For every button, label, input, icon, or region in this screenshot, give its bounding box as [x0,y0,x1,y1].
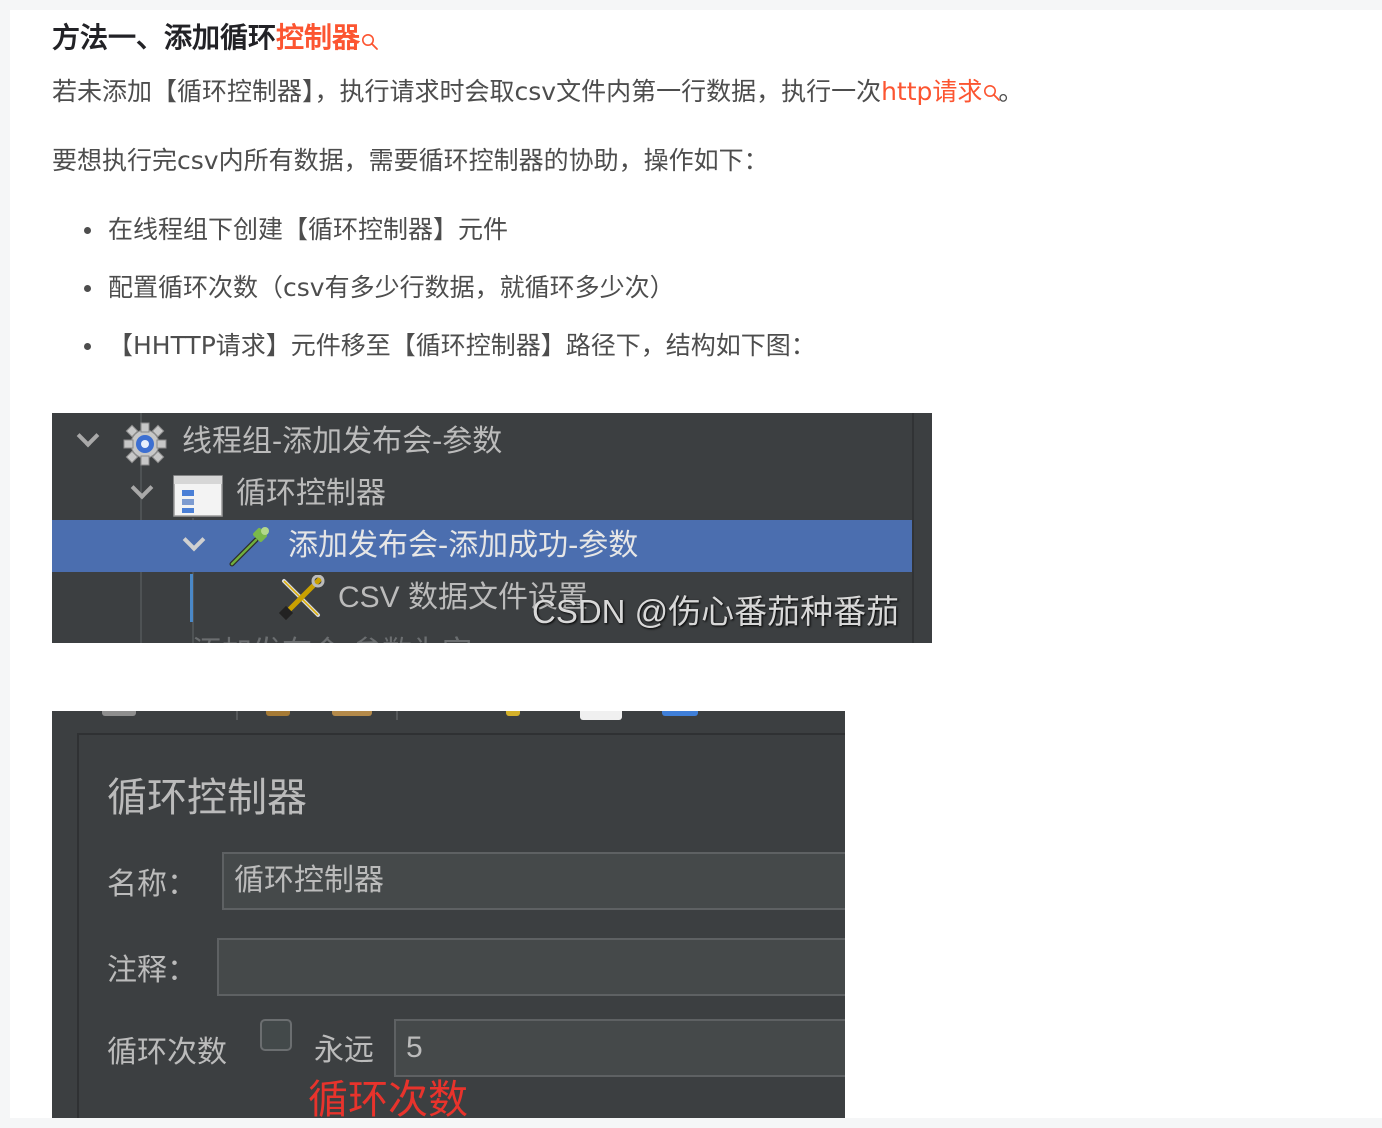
panel-title: 循环控制器 [107,775,307,821]
paragraph-intro-text: 若未添加【循环控制器】，执行请求时会取csv文件内第一行数据，执行一次 [52,77,882,106]
list-item: 【HHTTP请求】元件移至【循环控制器】路径下，结构如下图： [84,328,816,386]
comment-field[interactable] [217,938,845,996]
tree-focus-line [190,574,193,622]
tree-row-label: 循环控制器 [236,476,386,511]
loop-count-label: 循环次数 [107,1035,227,1070]
keyword-search-icon[interactable] [361,22,378,50]
name-field[interactable]: 循环控制器 [222,852,845,910]
http-sampler-pipette-icon [226,524,272,574]
loop-controller-icon [172,473,224,523]
panel-border [77,733,845,735]
chevron-down-icon[interactable] [76,424,100,448]
toolbar-icon [506,711,520,716]
toolbar-separator [236,711,238,720]
keyword-search-icon[interactable] [983,76,1001,101]
tree-row-thread-group[interactable]: 线程组-添加发布会-参数 [52,416,914,468]
csv-config-tools-icon [278,574,326,625]
thread-group-gear-icon [122,421,168,471]
panel-border [77,733,79,1118]
forever-label: 永远 [314,1033,374,1068]
paragraph-intro-end: 。 [998,77,1024,106]
toolbar-strip [52,711,845,721]
loop-count-annotation: 循环次数 [308,1078,468,1118]
toolbar-icon [662,711,698,716]
toolbar-icon [102,711,136,716]
steps-list: 在线程组下创建【循环控制器】元件 配置循环次数（csv有多少行数据，就循环多少次… [84,212,816,386]
name-label: 名称： [107,867,197,902]
bullet-dot [84,343,91,350]
section-heading: 方法一、添加循环控制器 [52,18,378,58]
loop-controller-screenshot: 循环控制器 名称： 循环控制器 注释： 循环次数 永远 5 循环次数 [52,711,845,1118]
list-item: 在线程组下创建【循环控制器】元件 [84,212,816,270]
article-page: 方法一、添加循环控制器 若未添加【循环控制器】，执行请求时会取csv文件内第一行… [10,10,1382,1118]
toolbar-icon [332,711,372,716]
bullet-dot [84,227,91,234]
tree-row-partial: 添加发布会-参数为空 [192,627,472,643]
paragraph-steps-intro: 要想执行完csv内所有数据，需要循环控制器的协助，操作如下： [52,146,769,175]
tree-row-label: 线程组-添加发布会-参数 [182,424,503,459]
list-item-text: 配置循环次数（csv有多少行数据，就循环多少次） [108,273,675,302]
comment-label: 注释： [107,953,197,988]
toolbar-icon [580,711,622,720]
csdn-watermark: CSDN @伤心番茄种番茄 [532,593,900,630]
chevron-down-icon[interactable] [182,528,206,552]
list-item-text: 【HHTTP请求】元件移至【循环控制器】路径下，结构如下图： [108,331,816,360]
bullet-dot [84,285,91,292]
chevron-down-icon[interactable] [130,476,154,500]
paragraph-intro: 若未添加【循环控制器】，执行请求时会取csv文件内第一行数据，执行一次http请… [52,74,1023,110]
tree-row-loop-controller[interactable]: 循环控制器 [52,468,914,520]
forever-checkbox[interactable] [260,1019,292,1051]
heading-keyword-link[interactable]: 控制器 [276,21,360,54]
tree-row-http-request[interactable]: 添加发布会-添加成功-参数 [52,520,914,572]
list-item: 配置循环次数（csv有多少行数据，就循环多少次） [84,270,816,328]
jmeter-tree-screenshot: 线程组-添加发布会-参数 循环控制器 添加发布会-添加成功-参数 CSV 数据文… [52,413,932,643]
http-request-keyword-link[interactable]: http请求 [881,77,982,106]
tree-scrollbar[interactable] [912,413,932,643]
toolbar-icon [266,711,290,716]
toolbar-separator [396,711,398,720]
list-item-text: 在线程组下创建【循环控制器】元件 [108,215,509,244]
tree-row-label: 添加发布会-添加成功-参数 [288,528,639,563]
heading-prefix: 方法一、添加循环 [52,21,277,54]
